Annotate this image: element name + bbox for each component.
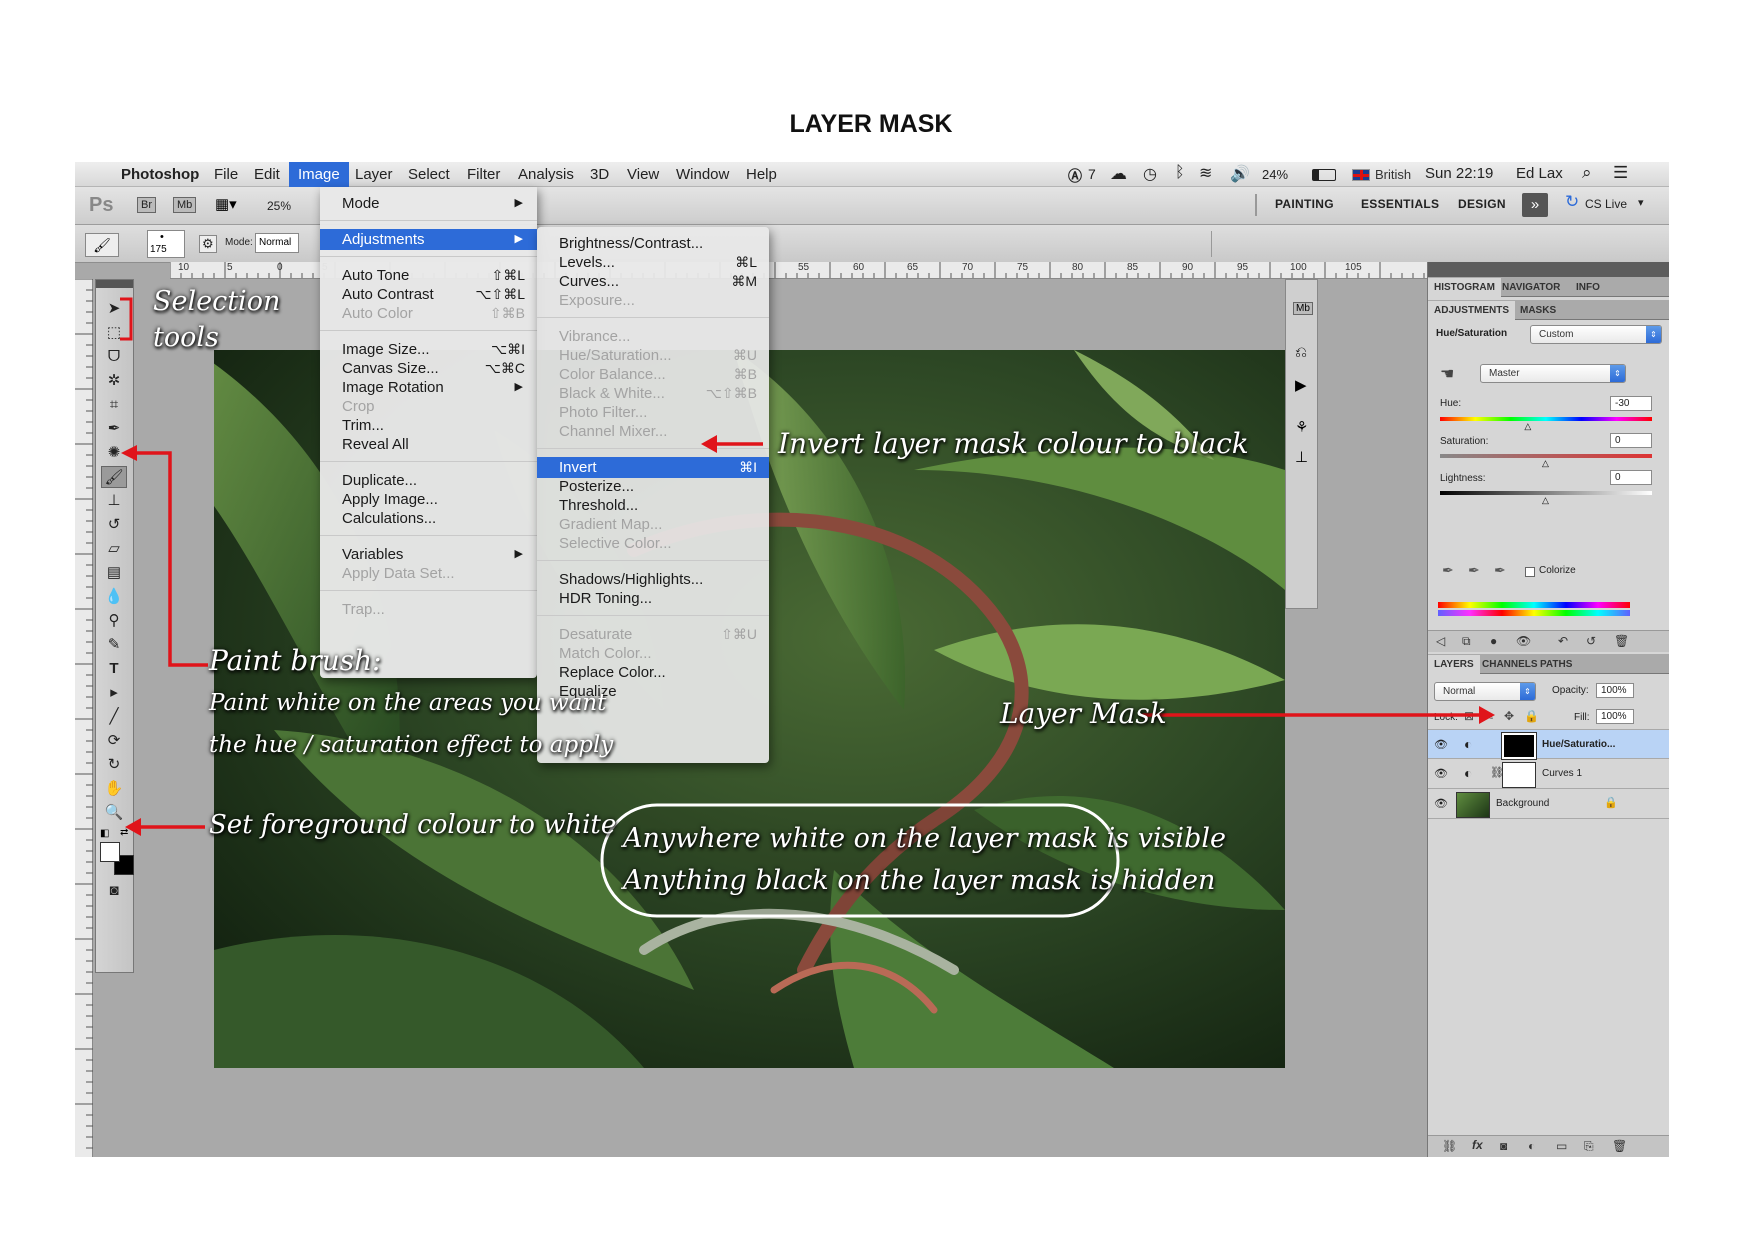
paintbrush-title-annotation: Paint brush:: [209, 644, 382, 677]
invert-arrow: [701, 435, 763, 453]
paintbrush-arrowhead: [121, 445, 137, 461]
selection-bracket: [120, 297, 133, 341]
foreground-annotation: Set foreground colour to white: [209, 810, 617, 840]
document-title: LAYER MASK: [789, 110, 953, 138]
invert-annotation: Invert layer mask colour to black: [778, 427, 1249, 460]
paintbrush-arrow: [133, 451, 208, 667]
callout-line2: Anything black on the layer mask is hidd…: [623, 865, 1216, 896]
layer-mask-arrow: [1142, 706, 1495, 724]
photoshop-screenshot: Photoshop File Edit Image Layer Select F…: [75, 162, 1669, 1157]
callout-line1: Anywhere white on the layer mask is visi…: [623, 823, 1226, 854]
selection-tools-annotation: Selection tools: [153, 286, 281, 353]
layer-mask-annotation: Layer Mask: [1000, 697, 1167, 730]
paintbrush-line2-annotation: the hue / saturation effect to apply: [209, 732, 614, 758]
foreground-arrow: [125, 818, 205, 836]
callout-box: [600, 803, 1120, 918]
paintbrush-line1-annotation: Paint white on the areas you want: [209, 690, 607, 716]
